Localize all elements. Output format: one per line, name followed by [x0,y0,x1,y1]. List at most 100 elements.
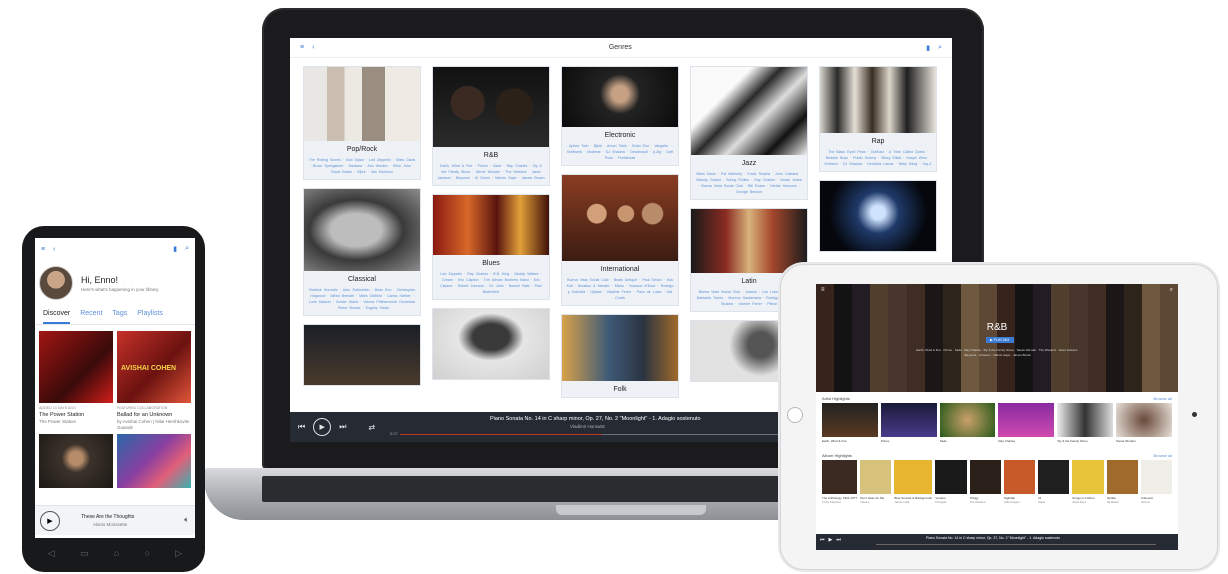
volume-icon[interactable]: 🔈︎ [184,515,189,525]
genre-card-soul[interactable] [432,308,550,380]
top-bar: ≡ ‹ Genres ▮ ⌕ [290,38,952,58]
artist-card[interactable]: Sly & the Family Stone [1057,403,1114,443]
tile-artist: The Power Station [39,419,77,424]
artist-card[interactable]: Earth, Wind & Fire [822,403,878,443]
tile-extra: Guande [117,425,134,430]
browse-link[interactable]: Browse all [1154,453,1172,458]
play-button[interactable]: ▶ [313,418,332,436]
album-card[interactable]: Unknown Various [1140,460,1172,504]
bookmark-icon[interactable]: ▮ [926,44,930,52]
search-icon[interactable]: ⌕ [185,245,189,253]
play-mix-button[interactable]: ▶ PLAY MIX [986,337,1014,343]
tab-discover[interactable]: Discover [43,310,71,324]
track-artist: Vladimir Horowitz [570,424,606,429]
album-art [117,434,191,488]
album-card[interactable]: Songs in A Minor Alicia Keys [1072,460,1104,504]
album-tile[interactable]: AVISHAI COHEN FEATURED COLLABORATION Bal… [117,331,191,430]
genre-card-electronic[interactable]: Electronic Aphex Twin · Björk · Arnon To… [561,66,679,166]
genre-card-folk-2[interactable]: Folk [561,314,679,398]
bookmark-icon[interactable]: ▮ [173,245,177,253]
previous-icon[interactable]: ⏮ [820,537,825,543]
avatar[interactable] [39,266,73,300]
album-artist: D'Angelo [935,500,947,504]
album-card[interactable]: Blue Sounds & Backgrounds Jamie Lidell [894,460,933,504]
menu-icon[interactable]: ≡ [300,44,304,51]
genre-card-pop-rock[interactable]: Pop/Rock The Rolling Stones · Bob Dylan … [303,66,421,180]
genre-card-international[interactable]: International Buena Vista Social Club · … [561,174,679,306]
artist-image [939,403,996,437]
genre-hero: ≡ ⌕ R&B ▶ PLAY MIX Earth, Wind & Fire · … [816,284,1178,392]
tab-recent[interactable]: Recent [80,310,102,324]
album-art [1106,460,1138,494]
next-icon[interactable]: ⏭ [339,422,346,432]
tab-tags[interactable]: Tags [112,310,127,324]
progress-bar[interactable] [876,544,1156,545]
album-card[interactable]: Trilogy The Weeknd [969,460,1001,504]
genre-artists: Vladimir Horowitz · Artur Rubinstein · B… [308,288,416,310]
album-card[interactable]: The Anthology: 1961-1977 Curtis Mayfield [822,460,858,504]
previous-icon[interactable]: ⏮ [298,422,305,432]
artist-card[interactable]: Ray Charles [998,403,1055,443]
play-button[interactable]: ▶ [829,537,833,543]
album-tile[interactable]: ADDED 13 DAYS AGO The Power Station The … [39,331,113,430]
genre-image [433,195,549,255]
nav-search-icon[interactable]: ○ [145,548,150,558]
artist-image [880,403,937,437]
artist-card[interactable]: Prince [880,403,937,443]
album-art [1038,460,1070,494]
album-card[interactable]: Don't Hate On Me Various [860,460,892,504]
genre-image [691,67,807,155]
album-artist: Taj Mahal [1106,500,1119,504]
album-card[interactable]: 21 Adele [1038,460,1070,504]
browse-link[interactable]: Browse all [1154,396,1172,401]
album-card[interactable]: Voodoo D'Angelo [935,460,967,504]
back-icon[interactable]: ‹ [53,246,55,253]
genre-card-rock[interactable] [819,180,937,252]
album-art [39,331,113,403]
genre-name: Pop/Rock [346,146,378,153]
tablet-screen: ≡ ⌕ R&B ▶ PLAY MIX Earth, Wind & Fire · … [816,284,1178,550]
album-card[interactable]: Nightfall Little Dragon [1003,460,1036,504]
track-title: These Are the Thoughts [81,514,135,520]
album-card[interactable]: Riptide Taj Mahal [1106,460,1138,504]
artist-section-header: Artist Highlights Browse all [816,392,1178,403]
artist-card[interactable]: Sade [939,403,996,443]
home-button[interactable] [787,407,803,423]
nav-forward-icon[interactable]: ▷ [175,548,182,559]
album-artist: Jamie Lidell [894,500,910,504]
album-art [822,460,858,494]
genre-card-rap[interactable]: Rap The Black Eyed Peas · OutKast · A Tr… [819,66,937,172]
section-title: Album Highlights [822,453,853,458]
next-icon[interactable]: ⏭ [836,537,841,543]
greeting-subtitle: Here's what's happening in your library. [81,286,160,292]
genre-column: Pop/Rock The Rolling Stones · Bob Dylan … [303,66,421,394]
shuffle-icon[interactable]: ⇄ [368,423,375,432]
artist-card[interactable]: Stevie Wonder [1116,403,1172,443]
genre-image [562,315,678,381]
artist-name: Stevie Wonder [1116,439,1136,443]
genre-card-classical[interactable]: Classical Vladimir Horowitz · Artur Rubi… [303,188,421,316]
tab-playlists[interactable]: Playlists [137,310,163,324]
artist-image [1057,403,1114,437]
genre-card-folk[interactable] [303,324,421,386]
nav-home-icon[interactable]: ⌂ [114,548,119,558]
album-tile[interactable] [117,434,191,488]
back-icon[interactable]: ‹ [312,44,314,51]
search-icon[interactable]: ⌕ [938,44,942,52]
album-tile[interactable] [39,434,113,488]
section-title: Artist Highlights [822,396,850,401]
album-artist: The Weeknd [969,500,986,504]
menu-icon[interactable]: ≡ [821,287,825,294]
menu-icon[interactable]: ≡ [41,246,45,253]
nav-back-icon[interactable]: ◁ [48,548,55,559]
genre-card-rnb[interactable]: R&B Earth, Wind & Fire · Prince · Sade ·… [432,66,550,186]
play-button[interactable]: ▶ [40,511,60,531]
genre-card-blues[interactable]: Blues Led Zeppelin · Ray Charles · B.B. … [432,194,550,300]
genre-name: Folk [613,386,627,393]
album-art [935,460,967,494]
trackpad-notch [556,505,706,515]
nav-recents-icon[interactable]: ▭ [80,548,89,559]
genre-card-jazz[interactable]: Jazz Miles Davis · Pat Metheny · Frank S… [690,66,808,200]
search-icon[interactable]: ⌕ [1170,287,1173,294]
genre-column: Electronic Aphex Twin · Björk · Arnon To… [561,66,679,406]
